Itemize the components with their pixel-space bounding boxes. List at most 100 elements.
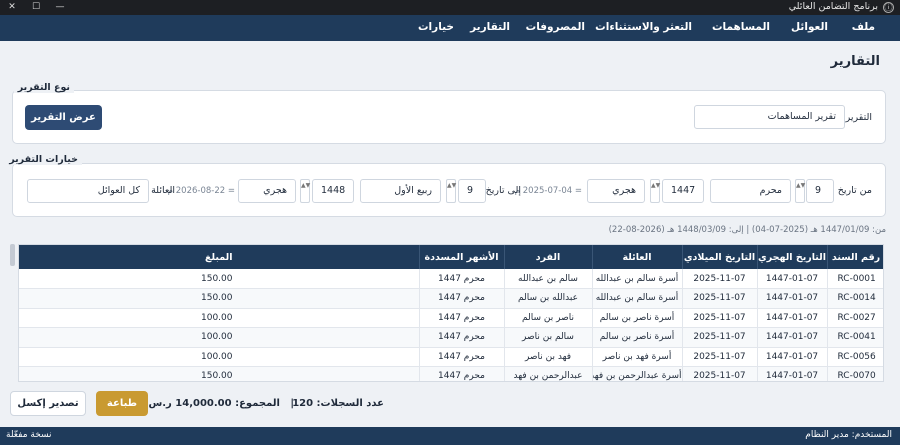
table-row[interactable]: 100.00 محرم 1447 سالم بن ناصر أسرة ناصر … bbox=[19, 327, 883, 348]
cell-receipt-no: RC-0001 bbox=[827, 269, 883, 289]
to-day-spin[interactable]: ▲▼ bbox=[446, 179, 456, 203]
cell-hijri-date: 1447-01-07 bbox=[757, 347, 828, 367]
cell-gregorian-date: 2025-11-07 bbox=[682, 327, 758, 348]
minimize-window-button[interactable]: — bbox=[48, 0, 72, 15]
cell-member: ناصر بن سالم bbox=[504, 308, 593, 328]
cell-family: أسرة ناصر بن سالم bbox=[592, 308, 683, 328]
header-receipt-no[interactable]: رقم السند bbox=[827, 245, 883, 269]
header-family[interactable]: العائلة bbox=[592, 245, 683, 269]
title-bar: ✕ ☐ — برنامج التضامن العائلي ⓘ bbox=[0, 0, 900, 15]
cell-family: أسرة ناصر بن سالم bbox=[592, 327, 683, 348]
from-date-label: من تاريخ bbox=[837, 185, 872, 196]
cell-member: عبدالرحمن بن فهد bbox=[504, 366, 593, 381]
table-scrollbar[interactable] bbox=[10, 244, 15, 266]
to-day-input[interactable]: 9 bbox=[458, 179, 486, 203]
cell-months: محرم 1447 bbox=[419, 366, 505, 381]
cell-gregorian-date: 2025-11-07 bbox=[682, 308, 758, 328]
window-title: برنامج التضامن العائلي bbox=[788, 1, 878, 12]
from-day-input[interactable]: 9 bbox=[806, 179, 834, 203]
cell-gregorian-date: 2025-11-07 bbox=[682, 347, 758, 367]
cell-family: أسرة سالم بن عبدالله bbox=[592, 288, 683, 309]
total-amount: المجموع: 14,000.00 ر.س bbox=[148, 398, 280, 409]
header-months[interactable]: الأشهر المسددة bbox=[419, 245, 505, 269]
menu-reports[interactable]: التقارير bbox=[470, 21, 510, 33]
cell-member: سالم بن عبدالله bbox=[504, 269, 593, 289]
from-gregorian-text: = 2025-07-04 م bbox=[514, 186, 582, 196]
cell-amount: 100.00 bbox=[19, 308, 420, 328]
status-bar: المستخدم: مدير النظام نسخة مفعّلة bbox=[0, 427, 900, 445]
table-row[interactable]: 150.00 محرم 1447 عبدالله بن سالم أسرة سا… bbox=[19, 288, 883, 309]
cell-months: محرم 1447 bbox=[419, 308, 505, 328]
report-select[interactable]: تقرير المساهمات bbox=[694, 105, 845, 129]
print-button[interactable]: طباعة bbox=[96, 391, 148, 416]
cell-family: أسرة فهد بن ناصر bbox=[592, 347, 683, 367]
cell-amount: 150.00 bbox=[19, 269, 420, 289]
export-excel-button[interactable]: تصدير إكسل bbox=[10, 391, 86, 416]
cell-hijri-date: 1447-01-07 bbox=[757, 269, 828, 289]
table-row[interactable]: 150.00 محرم 1447 سالم بن عبدالله أسرة سا… bbox=[19, 269, 883, 289]
cell-hijri-date: 1447-01-07 bbox=[757, 366, 828, 381]
header-hijri-date[interactable]: التاريخ الهجري bbox=[757, 245, 828, 269]
table-row[interactable]: 100.00 محرم 1447 ناصر بن سالم أسرة ناصر … bbox=[19, 308, 883, 328]
family-label: العائلة bbox=[151, 185, 175, 196]
contributions-table: المبلغ الأشهر المسددة الفرد العائلة التا… bbox=[18, 244, 884, 382]
menu-bar: ملف العوائل المساهمات التعثر والاستثناءا… bbox=[0, 15, 900, 41]
header-amount[interactable]: المبلغ bbox=[19, 245, 420, 269]
from-month-select[interactable]: محرم bbox=[710, 179, 791, 203]
to-year-input[interactable]: 1448 bbox=[312, 179, 354, 203]
cell-amount: 150.00 bbox=[19, 366, 420, 381]
from-year-input[interactable]: 1447 bbox=[662, 179, 704, 203]
cell-family: أسرة سالم بن عبدالله bbox=[592, 269, 683, 289]
cell-receipt-no: RC-0041 bbox=[827, 327, 883, 348]
cell-months: محرم 1447 bbox=[419, 347, 505, 367]
cell-amount: 100.00 bbox=[19, 347, 420, 367]
cell-receipt-no: RC-0070 bbox=[827, 366, 883, 381]
to-date-label: إلى تاريخ bbox=[485, 185, 521, 196]
date-range-summary: من: 1447/01/09 هـ (2025-07-04) | إلى: 14… bbox=[608, 225, 886, 235]
cell-hijri-date: 1447-01-07 bbox=[757, 308, 828, 328]
page-title: التقارير bbox=[830, 54, 880, 69]
show-report-button[interactable]: عرض التقرير bbox=[25, 105, 102, 130]
from-calendar-select[interactable]: هجري bbox=[587, 179, 645, 203]
record-count: عدد السجلات: 120 bbox=[292, 398, 384, 409]
table-row[interactable]: 100.00 محرم 1447 فهد بن ناصر أسرة فهد بن… bbox=[19, 347, 883, 367]
cell-months: محرم 1447 bbox=[419, 269, 505, 289]
cell-gregorian-date: 2025-11-07 bbox=[682, 366, 758, 381]
menu-contributions[interactable]: المساهمات bbox=[712, 21, 770, 33]
status-edition: نسخة مفعّلة bbox=[6, 430, 52, 440]
cell-family: أسرة عبدالرحمن بن فهد bbox=[592, 366, 683, 381]
to-year-spin[interactable]: ▲▼ bbox=[300, 179, 310, 203]
to-calendar-select[interactable]: هجري bbox=[238, 179, 296, 203]
cell-months: محرم 1447 bbox=[419, 288, 505, 309]
family-select[interactable]: كل العوائل bbox=[27, 179, 149, 203]
table-row[interactable]: 150.00 محرم 1447 عبدالرحمن بن فهد أسرة ع… bbox=[19, 366, 883, 381]
status-user: المستخدم: مدير النظام bbox=[805, 430, 892, 440]
menu-families[interactable]: العوائل bbox=[791, 21, 828, 33]
close-window-button[interactable]: ✕ bbox=[0, 0, 24, 15]
maximize-window-button[interactable]: ☐ bbox=[24, 0, 48, 15]
app-info-icon: ⓘ bbox=[883, 2, 894, 13]
report-options-legend: خيارات التقرير bbox=[5, 154, 82, 165]
menu-expenses[interactable]: المصروفات bbox=[526, 21, 585, 33]
cell-months: محرم 1447 bbox=[419, 327, 505, 348]
footer-separator: | bbox=[290, 398, 294, 409]
menu-options[interactable]: خيارات bbox=[418, 21, 454, 33]
cell-amount: 100.00 bbox=[19, 327, 420, 348]
header-member[interactable]: الفرد bbox=[504, 245, 593, 269]
from-day-spin[interactable]: ▲▼ bbox=[795, 179, 805, 203]
cell-receipt-no: RC-0014 bbox=[827, 288, 883, 309]
to-month-select[interactable]: ربيع الأول bbox=[360, 179, 441, 203]
header-gregorian-date[interactable]: التاريخ الميلادي bbox=[682, 245, 758, 269]
cell-receipt-no: RC-0027 bbox=[827, 308, 883, 328]
cell-hijri-date: 1447-01-07 bbox=[757, 327, 828, 348]
cell-member: سالم بن ناصر bbox=[504, 327, 593, 348]
from-year-spin[interactable]: ▲▼ bbox=[650, 179, 660, 203]
report-label: التقرير bbox=[845, 112, 872, 123]
menu-file[interactable]: ملف bbox=[852, 21, 875, 33]
cell-gregorian-date: 2025-11-07 bbox=[682, 269, 758, 289]
cell-amount: 150.00 bbox=[19, 288, 420, 309]
cell-member: فهد بن ناصر bbox=[504, 347, 593, 367]
cell-member: عبدالله بن سالم bbox=[504, 288, 593, 309]
cell-receipt-no: RC-0056 bbox=[827, 347, 883, 367]
menu-defaults-exceptions[interactable]: التعثر والاستثناءات bbox=[595, 21, 692, 33]
